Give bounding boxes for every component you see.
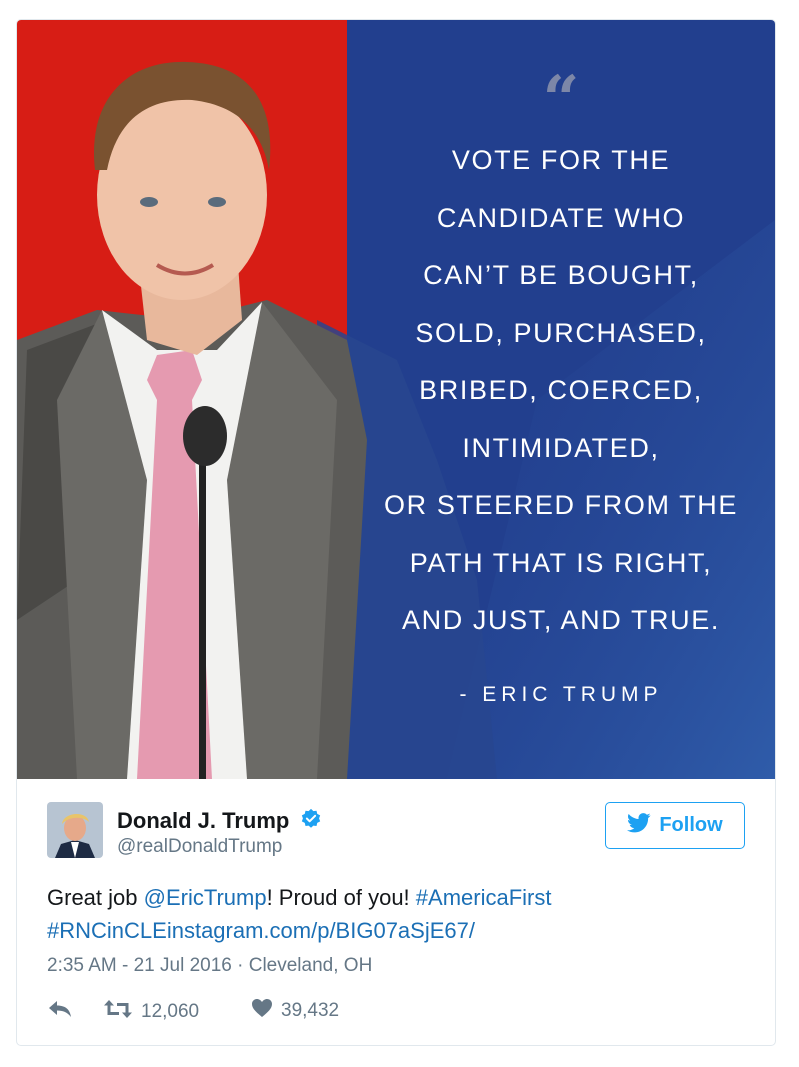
quote-mark: “	[542, 62, 580, 137]
quote-line: OR STEERED FROM THE	[384, 490, 738, 520]
tweet-card: “ VOTE FOR THE CANDIDATE WHO CAN’T BE BO…	[16, 19, 776, 1046]
tweet-metadata: 2:35 AM - 21 Jul 2016 · Cleveland, OH	[47, 955, 372, 977]
instagram-link[interactable]: instagram.com/p/BIG07aSjE67/	[167, 918, 475, 943]
quote-line: CAN’T BE BOUGHT,	[423, 260, 699, 290]
retweet-button[interactable]: 12,060	[103, 998, 199, 1026]
tweet-text-part: Great job	[47, 885, 144, 910]
quote-line: BRIBED, COERCED,	[419, 375, 703, 405]
avatar[interactable]	[47, 802, 103, 858]
timestamp[interactable]: 2:35 AM - 21 Jul 2016	[47, 955, 232, 976]
meta-separator: ·	[231, 955, 249, 976]
quote-line: AND JUST, AND TRUE.	[402, 605, 720, 635]
hashtag-link[interactable]: #AmericaFirst	[416, 885, 552, 910]
follow-button[interactable]: Follow	[605, 802, 745, 849]
mention-link[interactable]: @EricTrump	[144, 885, 267, 910]
quote-line: VOTE FOR THE	[451, 145, 671, 175]
hashtag-link[interactable]: #RNCinCLE	[47, 918, 167, 943]
quote-line: INTIMIDATED,	[462, 432, 660, 463]
location[interactable]: Cleveland, OH	[249, 955, 373, 976]
tweet-text: Great job @EricTrump! Proud of you! #Ame…	[47, 881, 747, 947]
like-count: 39,432	[281, 1000, 340, 1021]
follow-label: Follow	[659, 814, 723, 836]
reply-icon	[47, 998, 81, 1026]
screen-name[interactable]: @realDonaldTrump	[117, 836, 282, 858]
quote-text: VOTE FOR THE CANDIDATE WHO CAN’T BE BOUG…	[347, 138, 775, 656]
display-name[interactable]: Donald J. Trump	[117, 808, 289, 833]
reply-button[interactable]	[47, 998, 81, 1026]
quote-line: SOLD, PURCHASED,	[415, 317, 707, 348]
like-button[interactable]: 39,432	[251, 998, 339, 1024]
retweet-count: 12,060	[141, 1001, 200, 1022]
quote-line: CANDIDATE WHO	[436, 202, 686, 233]
heart-icon	[251, 998, 281, 1024]
verified-badge-icon	[300, 808, 322, 835]
tweet-text-part: ! Proud of you!	[266, 885, 416, 910]
tweet-media-image[interactable]: “ VOTE FOR THE CANDIDATE WHO CAN’T BE BO…	[17, 20, 775, 779]
retweet-icon	[103, 998, 141, 1026]
twitter-bird-icon	[627, 812, 651, 839]
quote-line: PATH THAT IS RIGHT,	[409, 547, 713, 578]
quote-attribution: - ERIC TRUMP	[459, 683, 663, 706]
